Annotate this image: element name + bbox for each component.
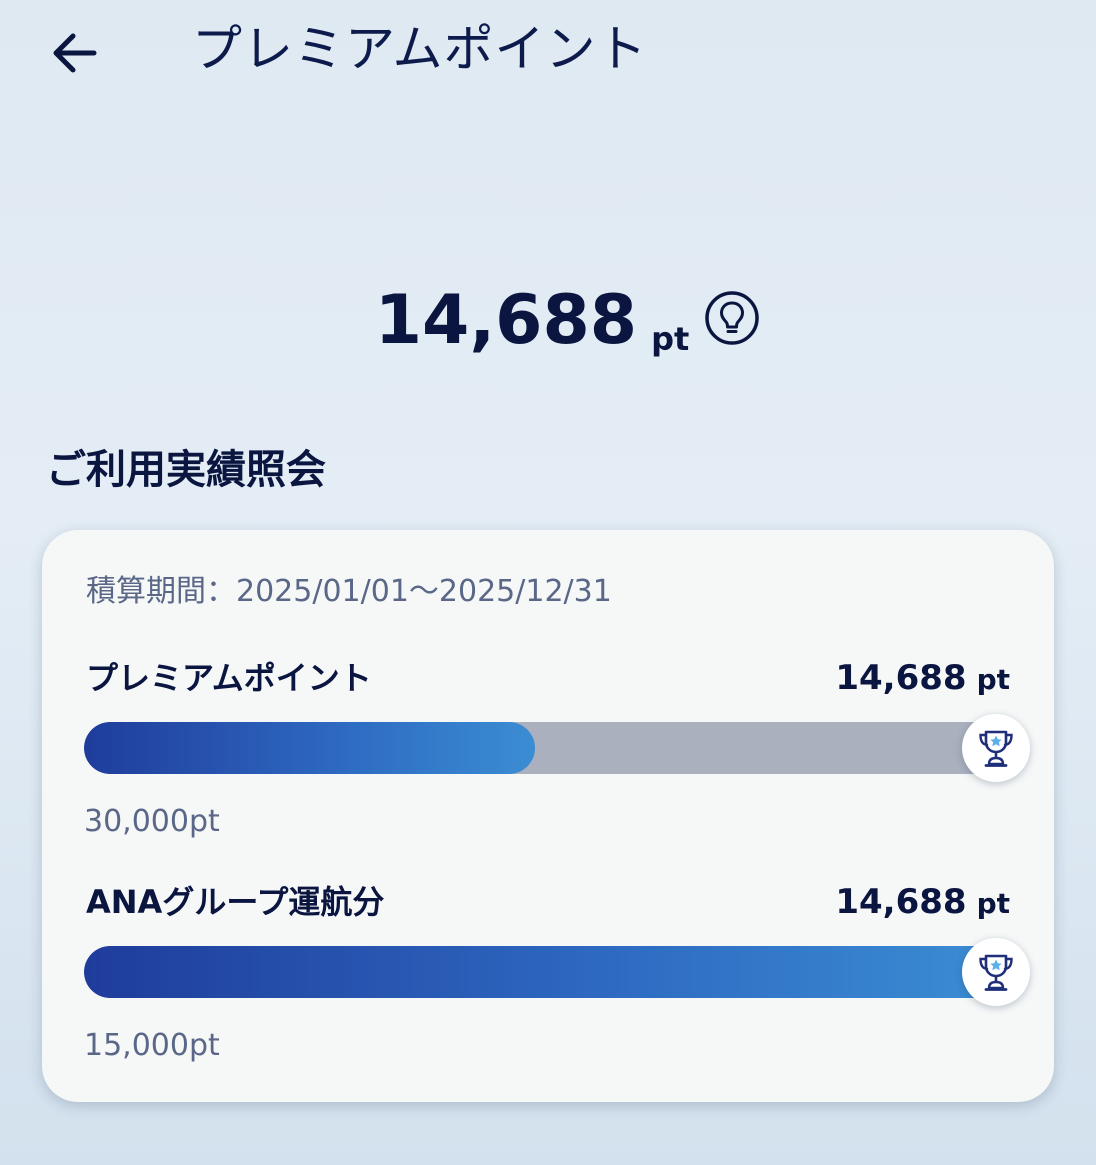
row-value: 14,688 pt — [835, 654, 1010, 708]
trophy-badge — [962, 938, 1030, 1006]
trophy-badge — [962, 714, 1030, 782]
usage-card: 積算期間：2025/01/01〜2025/12/31 プレミアムポイント 14,… — [42, 530, 1054, 1102]
section-title: ご利用実績照会 — [46, 447, 326, 493]
total-points-value: 14,688 — [374, 281, 638, 360]
progress-bar-fill — [84, 722, 535, 774]
progress-row-premium-points: プレミアムポイント 14,688 pt 30,000pt — [42, 654, 1054, 854]
lightbulb-icon — [705, 291, 760, 345]
row-label: プレミアムポイント — [86, 659, 372, 697]
progress-bar-track — [84, 722, 1004, 774]
trophy-icon — [979, 730, 1013, 767]
total-points-unit: pt — [651, 320, 690, 358]
accumulation-period: 積算期間：2025/01/01〜2025/12/31 — [86, 574, 612, 609]
progress-bar-track — [84, 946, 1004, 998]
row-target: 30,000pt — [84, 804, 220, 839]
info-button[interactable] — [703, 289, 761, 347]
back-button[interactable] — [44, 22, 106, 84]
header-bar: プレミアムポイント — [0, 0, 1096, 100]
trophy-icon — [979, 954, 1013, 991]
progress-row-ana-group: ANAグループ運航分 14,688 pt 15,000pt — [42, 878, 1054, 1078]
arrow-left-icon — [53, 33, 97, 73]
page-title: プレミアムポイント — [192, 20, 648, 78]
total-points: 14,688 pt — [0, 276, 1096, 366]
row-value-unit: pt — [976, 663, 1010, 696]
row-value-number: 14,688 — [835, 658, 967, 698]
row-value: 14,688 pt — [835, 878, 1010, 932]
row-value-unit: pt — [976, 887, 1010, 920]
row-value-number: 14,688 — [835, 882, 967, 922]
row-label: ANAグループ運航分 — [86, 883, 385, 921]
progress-bar-fill — [84, 946, 1004, 998]
row-target: 15,000pt — [84, 1028, 220, 1063]
